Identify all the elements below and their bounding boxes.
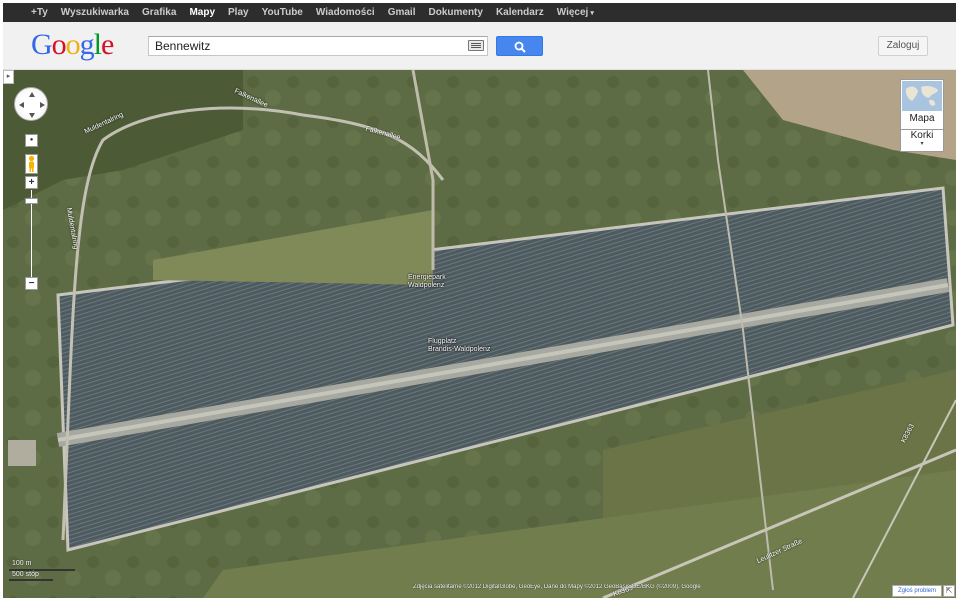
report-problem-link[interactable]: Zgłoś problem (892, 585, 942, 597)
map-thumbnail (902, 81, 942, 111)
search-button[interactable] (496, 36, 543, 56)
nav-maps[interactable]: Mapy (189, 7, 215, 18)
search-icon (514, 41, 526, 53)
place-label-airfield[interactable]: Flugplatz Brandis-Waldpolenz (428, 338, 490, 354)
nav-search[interactable]: Wyszukiwarka (61, 7, 129, 18)
world-map-icon (902, 81, 942, 111)
nav-more[interactable]: Więcej ▾ (557, 7, 594, 18)
scale-metric-label: 100 m (12, 560, 32, 567)
place-line: Flugplatz (428, 338, 457, 345)
place-line: Waldpolenz (408, 282, 445, 289)
keyboard-icon[interactable] (468, 40, 484, 51)
scale-imperial-label: 500 stóp (12, 571, 39, 578)
google-logo[interactable]: Google (31, 28, 114, 62)
logo-letter: l (93, 28, 102, 61)
nav-play[interactable]: Play (228, 7, 249, 18)
logo-letter: o (65, 28, 81, 61)
map-type-button[interactable]: Mapa (900, 79, 944, 131)
place-line: Brandis-Waldpolenz (428, 346, 491, 353)
map-attribution: Zdjęcia satelitarne ©2012 DigitalGlobe, … (413, 584, 701, 590)
login-button[interactable]: Zaloguj (878, 36, 928, 56)
nav-more-label: Więcej (556, 7, 589, 18)
scale-bar-imperial (9, 579, 53, 581)
expand-panel-icon[interactable]: ▸ (3, 70, 14, 84)
search-box (148, 36, 488, 56)
satellite-map[interactable]: ▸ ● + − Mapa Korki ▾ Energiepark Waldpol… (3, 70, 956, 598)
rotate-icon[interactable]: ● (25, 134, 38, 147)
map-type-label: Mapa (909, 113, 935, 124)
collapse-corner-icon[interactable]: ⇱ (943, 585, 955, 597)
logo-letter: e (101, 28, 114, 61)
nav-plus-you[interactable]: +Ty (31, 7, 48, 18)
place-label-energiepark[interactable]: Energiepark Waldpolenz (408, 274, 446, 290)
traffic-label: Korki (910, 130, 934, 141)
zoom-in-button[interactable]: + (25, 176, 38, 189)
nav-docs[interactable]: Dokumenty (428, 7, 482, 18)
chevron-down-icon: ▾ (920, 141, 924, 147)
nav-images[interactable]: Grafika (142, 7, 176, 18)
zoom-out-button[interactable]: − (25, 277, 38, 290)
logo-letter: o (51, 28, 67, 61)
nav-gmail[interactable]: Gmail (388, 7, 416, 18)
nav-calendar[interactable]: Kalendarz (496, 7, 544, 18)
traffic-button[interactable]: Korki ▾ (900, 129, 944, 152)
logo-letter: g (79, 28, 95, 61)
place-line: Energiepark (408, 274, 446, 281)
pan-arrows-icon (19, 92, 45, 118)
logo-letter: G (31, 28, 53, 61)
nav-news[interactable]: Wiadomości (316, 7, 375, 18)
pegman-figure-icon (28, 155, 35, 172)
header-bar: Google Zaloguj (3, 22, 956, 70)
pan-control[interactable] (14, 87, 48, 121)
top-nav-bar: +Ty Wyszukiwarka Grafika Mapy Play YouTu… (3, 3, 956, 22)
zoom-slider-thumb[interactable] (25, 198, 38, 204)
search-input[interactable] (149, 37, 459, 55)
pegman-icon[interactable] (25, 154, 38, 174)
chevron-down-icon: ▾ (590, 10, 594, 17)
nav-youtube[interactable]: YouTube (262, 7, 303, 18)
satellite-imagery (3, 70, 956, 598)
map-scale: 100 m 500 stóp (9, 560, 109, 582)
